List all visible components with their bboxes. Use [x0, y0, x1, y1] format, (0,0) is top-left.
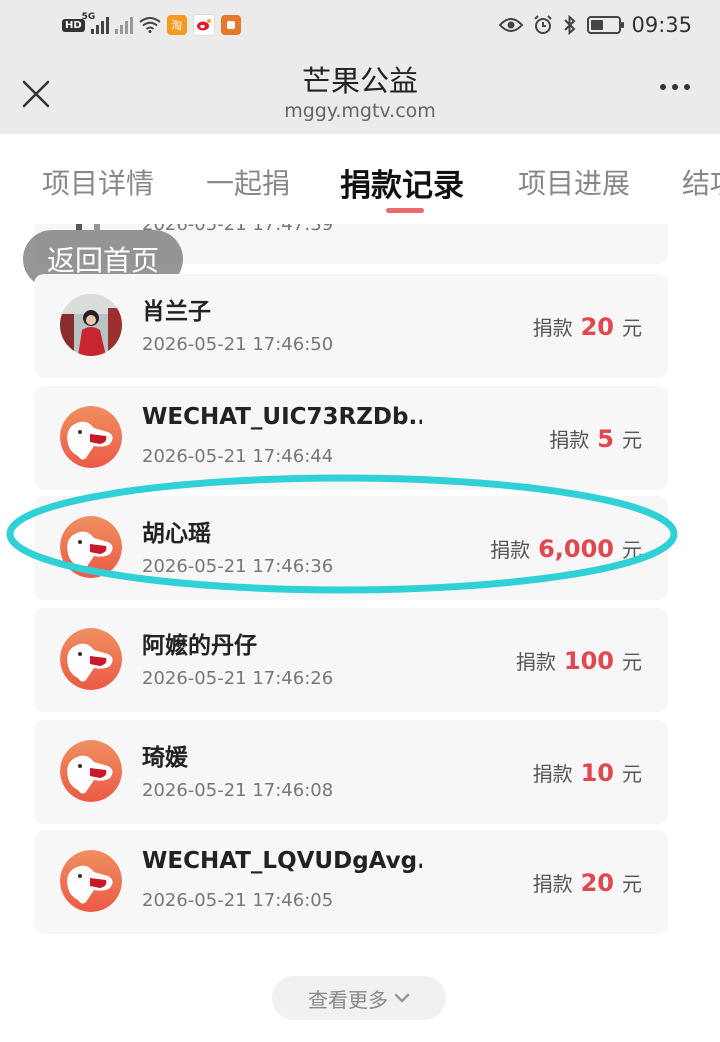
record-time: 2026-05-21 17:46:26 — [142, 668, 334, 689]
currency-unit: 元 — [622, 428, 642, 452]
list-item[interactable]: WECHAT_LQVUDgAvg... 2026-05-21 17:46:05 … — [34, 830, 668, 934]
app-header: 芒果公益 mggy.mgtv.com — [0, 50, 720, 134]
list-item[interactable]: WECHAT_UIC73RZDb... 2026-05-21 17:46:44 … — [34, 386, 668, 490]
status-time: 09:35 — [631, 13, 692, 37]
more-options-button[interactable] — [660, 84, 690, 90]
mango-mascot-avatar — [60, 850, 122, 912]
record-time: 2026-05-21 17:46:44 — [142, 446, 334, 467]
donation-amount: 捐款 6,000 元 — [490, 534, 642, 563]
list-item-highlighted[interactable]: 胡心瑶 2026-05-21 17:46:36 捐款 6,000 元 — [34, 496, 668, 600]
donor-name: 肖兰子 — [142, 299, 211, 325]
list-item[interactable]: 肖兰子 2026-05-21 17:46:50 捐款 20 元 — [34, 274, 668, 378]
donation-amount: 捐款 100 元 — [516, 646, 642, 675]
wifi-icon — [139, 17, 161, 33]
amount-value: 100 — [563, 647, 614, 675]
amount-value: 10 — [580, 759, 614, 787]
record-time: 2026-05-21 17:46:08 — [142, 780, 334, 801]
active-tab-indicator — [386, 208, 424, 213]
page-url: mggy.mgtv.com — [284, 100, 436, 122]
currency-unit: 元 — [622, 538, 642, 562]
record-time: 2026-05-21 17:46:36 — [142, 556, 334, 577]
donation-amount: 捐款 10 元 — [533, 758, 642, 787]
chevron-down-icon — [394, 993, 410, 1003]
status-left: HD 5G 淘 — [62, 12, 241, 38]
weibo-app-icon — [192, 14, 215, 36]
donate-label: 捐款 — [532, 872, 573, 896]
battery-icon — [587, 16, 625, 34]
tab-project-details[interactable]: 项目详情 — [42, 162, 154, 202]
mango-mascot-avatar — [60, 516, 122, 578]
donor-name: 胡心瑶 — [142, 521, 211, 547]
load-more-button[interactable]: 查看更多 — [272, 976, 446, 1020]
donate-label: 捐款 — [532, 316, 573, 340]
record-time: 2026-05-21 17:47:39 — [142, 224, 334, 235]
bluetooth-icon — [564, 15, 576, 35]
tab-project-progress[interactable]: 项目进展 — [518, 162, 630, 202]
signal-icon: 5G — [82, 12, 109, 34]
donor-name: 阿嬷的丹仔 — [142, 633, 257, 659]
donation-amount: 捐款 20 元 — [533, 868, 642, 897]
record-time: 2026-05-21 17:46:05 — [142, 890, 334, 911]
amount-value: 20 — [580, 869, 614, 897]
amount-value: 6,000 — [538, 535, 614, 563]
tab-bar: 项目详情 一起捐 捐款记录 项目进展 结项 — [0, 134, 720, 224]
mango-mascot-avatar — [60, 406, 122, 468]
eye-icon — [499, 18, 524, 32]
tab-conclusion[interactable]: 结项 — [682, 162, 720, 202]
donor-name: 琦媛 — [142, 745, 188, 771]
tab-donation-records[interactable]: 捐款记录 — [340, 160, 464, 205]
list-item[interactable]: 阿嬷的丹仔 2026-05-21 17:46:26 捐款 100 元 — [34, 608, 668, 712]
network-label: 5G — [81, 12, 96, 22]
donation-amount: 捐款 20 元 — [533, 312, 642, 341]
status-bar: HD 5G 淘 09:35 — [0, 0, 720, 50]
currency-unit: 元 — [622, 872, 642, 896]
tab-donate-together[interactable]: 一起捐 — [206, 162, 290, 202]
alarm-icon — [534, 15, 553, 34]
currency-unit: 元 — [622, 762, 642, 786]
mango-app-icon — [220, 15, 241, 35]
dot-icon — [672, 84, 678, 90]
status-right: 09:35 — [499, 10, 692, 40]
amount-value: 20 — [580, 313, 614, 341]
dot-icon — [684, 84, 690, 90]
donation-record-list: 2026-05-21 17:47:39 返回首页 肖兰子 2026-05-21 … — [0, 224, 720, 1042]
donate-label: 捐款 — [532, 762, 573, 786]
donation-amount: 捐款 5 元 — [549, 424, 642, 453]
dot-icon — [660, 84, 666, 90]
currency-unit: 元 — [622, 650, 642, 674]
amount-value: 5 — [597, 425, 614, 453]
page-title: 芒果公益 — [301, 64, 418, 98]
currency-unit: 元 — [622, 316, 642, 340]
donate-label: 捐款 — [490, 538, 531, 562]
mango-mascot-avatar — [60, 740, 122, 802]
donor-name: WECHAT_UIC73RZDb... — [142, 404, 422, 430]
list-item[interactable]: 琦媛 2026-05-21 17:46:08 捐款 10 元 — [34, 720, 668, 824]
taobao-app-icon: 淘 — [166, 15, 187, 35]
mango-mascot-avatar — [60, 628, 122, 690]
donor-name: WECHAT_LQVUDgAvg... — [142, 848, 422, 874]
donate-label: 捐款 — [515, 650, 556, 674]
load-more-label: 查看更多 — [308, 987, 388, 1012]
signal-icon-secondary — [114, 16, 133, 34]
avatar — [60, 294, 122, 356]
donate-label: 捐款 — [549, 428, 590, 452]
record-time: 2026-05-21 17:46:50 — [142, 334, 334, 355]
